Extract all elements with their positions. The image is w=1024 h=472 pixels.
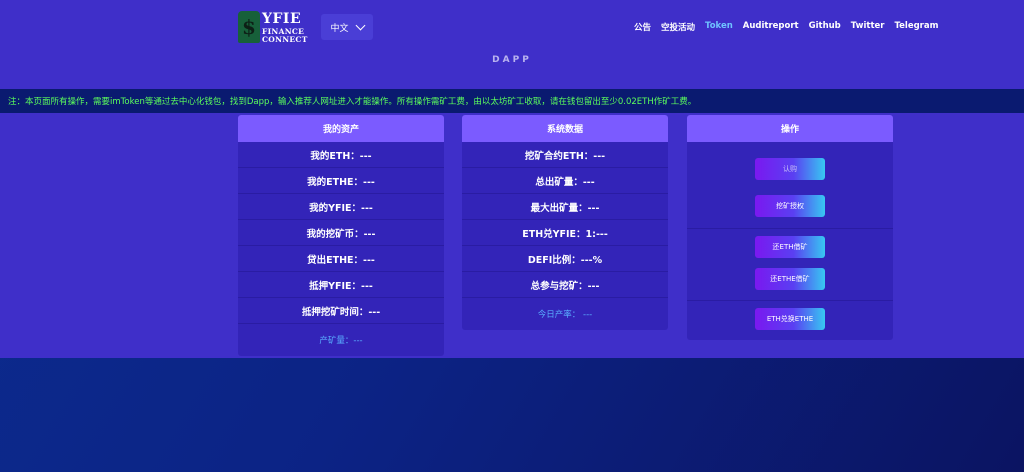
ops-divider [687, 228, 893, 229]
nav-announcement[interactable]: 公告 [634, 21, 651, 33]
nav-airdrop[interactable]: 空投活动 [661, 21, 695, 33]
nav-auditreport[interactable]: Auditreport [743, 21, 799, 33]
assets-row-yfie: 我的YFIE：--- [238, 194, 444, 220]
brand-line1: YFIE [262, 11, 302, 27]
ops-divider [687, 300, 893, 301]
repay-eth-button[interactable]: 还ETH借矿 [755, 236, 825, 258]
nav-token[interactable]: Token [705, 21, 733, 33]
assets-row-lent-ethe: 贷出ETHE：--- [238, 246, 444, 272]
language-label: 中文 [330, 23, 349, 34]
assets-row-stake-time: 抵押挖矿时间：--- [238, 298, 444, 324]
brand-logo[interactable]: $ YFIE FINANCE CONNECT [238, 11, 313, 44]
top-nav: 公告 空投活动 Token Auditreport Github Twitter… [634, 21, 938, 33]
assets-row-ethe: 我的ETHE：--- [238, 168, 444, 194]
language-select[interactable]: 中文 [321, 14, 373, 40]
assets-panel-title: 我的资产 [238, 115, 444, 142]
page-title: DAPP [492, 55, 532, 65]
system-row-total-participants: 总参与挖矿：--- [462, 272, 668, 298]
mining-authorize-button[interactable]: 挖矿授权 [755, 195, 825, 217]
assets-footer-output: 产矿量：--- [319, 336, 363, 346]
nav-twitter[interactable]: Twitter [851, 21, 885, 33]
assets-row-eth: 我的ETH：--- [238, 142, 444, 168]
system-footer-daily-yield: 今日产率： --- [537, 310, 593, 320]
system-row-max-output: 最大出矿量：--- [462, 194, 668, 220]
nav-github[interactable]: Github [809, 21, 841, 33]
eth-to-ethe-button[interactable]: ETH兑换ETHE [755, 308, 825, 330]
brand-glyph-icon: $ [238, 11, 260, 43]
assets-panel: 我的资产 我的ETH：--- 我的ETHE：--- 我的YFIE：--- 我的挖… [238, 115, 444, 356]
system-row-defi-ratio: DEFI比例：---% [462, 246, 668, 272]
nav-telegram[interactable]: Telegram [894, 21, 938, 33]
chevron-down-icon [355, 20, 365, 31]
assets-row-staked-yfie: 抵押YFIE：--- [238, 272, 444, 298]
system-row-total-output: 总出矿量：--- [462, 168, 668, 194]
system-panel: 系统数据 挖矿合约ETH：--- 总出矿量：--- 最大出矿量：--- ETH兑… [462, 115, 668, 330]
operations-body: 认购 挖矿授权 还ETH借矿 还ETHE借矿 ETH兑换ETHE [687, 142, 893, 340]
assets-row-mining-coin: 我的挖矿币：--- [238, 220, 444, 246]
system-row-eth-yfie-rate: ETH兑YFIE：1:--- [462, 220, 668, 246]
system-row-contract-eth: 挖矿合约ETH：--- [462, 142, 668, 168]
operations-panel-title: 操作 [687, 115, 893, 142]
operations-panel: 操作 认购 挖矿授权 还ETH借矿 还ETHE借矿 ETH兑换ETHE [687, 115, 893, 340]
repay-ethe-button[interactable]: 还ETHE借矿 [755, 268, 825, 290]
system-panel-title: 系统数据 [462, 115, 668, 142]
notice-bar: 注：本页面所有操作，需要imToken等通过去中心化钱包，找到Dapp，输入推荐… [0, 89, 1024, 113]
brand-line3: CONNECT [262, 35, 308, 44]
subscribe-button[interactable]: 认购 [755, 158, 825, 180]
